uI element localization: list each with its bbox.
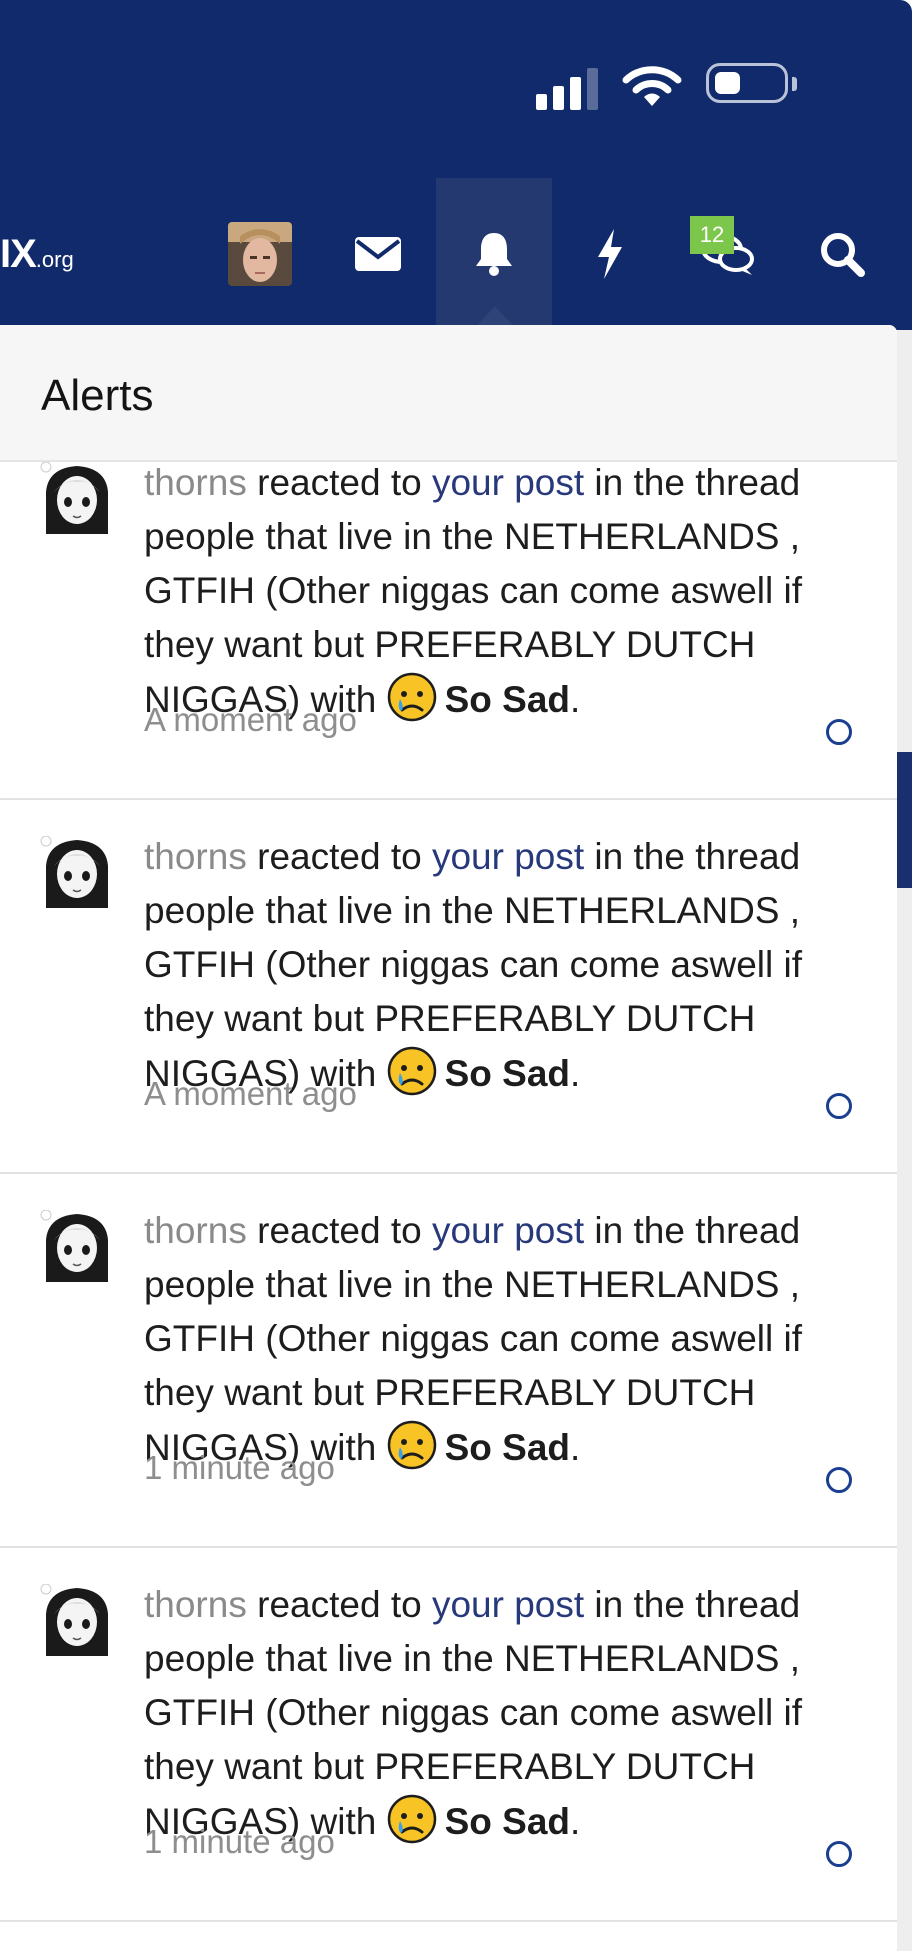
- signal-bar-2: [553, 86, 564, 110]
- profile-avatar[interactable]: [228, 222, 292, 286]
- alert-end: .: [570, 1801, 581, 1842]
- alerts-list: thorns reacted to your post in the threa…: [0, 461, 897, 1922]
- alert-time: 1 minute ago: [144, 1449, 335, 1486]
- nav-search[interactable]: [784, 178, 900, 330]
- alert-post-link[interactable]: your post: [432, 836, 584, 877]
- alert-reaction-name: So Sad: [444, 1801, 571, 1842]
- alert-time: 1 minute ago: [144, 1823, 335, 1860]
- mark-read-toggle[interactable]: [826, 1093, 852, 1119]
- alert-time: A moment ago: [144, 701, 357, 738]
- lightning-icon: [598, 229, 622, 279]
- alert-reaction-name: So Sad: [444, 679, 571, 720]
- alert-username-link[interactable]: thorns: [144, 1210, 247, 1251]
- alert-username-link[interactable]: thorns: [144, 462, 247, 503]
- battery-tip: [792, 77, 797, 91]
- mark-read-toggle[interactable]: [826, 719, 852, 745]
- alert-item[interactable]: thorns reacted to your post in the threa…: [0, 426, 897, 800]
- anime-avatar-image: [40, 835, 114, 908]
- alert-verb: reacted to: [246, 1210, 432, 1251]
- alert-time: A moment ago: [144, 1075, 357, 1112]
- battery-icon: [706, 63, 788, 103]
- alert-username-link[interactable]: thorns: [144, 836, 247, 877]
- user-avatar[interactable]: [40, 1209, 114, 1282]
- alert-post-link[interactable]: your post: [432, 1210, 584, 1251]
- status-bar: [536, 60, 806, 110]
- alert-end: .: [570, 679, 581, 720]
- panel-title: Alerts: [41, 371, 154, 420]
- site-header: IX.org 12: [0, 0, 912, 330]
- chat-unread-badge: 12: [690, 216, 734, 254]
- search-icon: [821, 233, 865, 277]
- envelope-icon: [355, 237, 401, 271]
- alert-verb: reacted to: [246, 462, 432, 503]
- alert-text: thorns reacted to your post in the threa…: [144, 830, 864, 1101]
- sad-face-emoji-icon: [387, 672, 436, 722]
- alert-reaction-name: So Sad: [444, 1427, 571, 1468]
- alert-post-link[interactable]: your post: [432, 462, 584, 503]
- nav-messages[interactable]: [320, 178, 436, 330]
- signal-bar-1: [536, 94, 547, 110]
- signal-bar-3: [570, 77, 581, 110]
- alert-reaction-name: So Sad: [444, 1053, 571, 1094]
- sad-face-emoji-icon: [387, 1420, 436, 1470]
- wifi-icon: [622, 66, 682, 106]
- alert-verb: reacted to: [246, 836, 432, 877]
- alert-text: thorns reacted to your post in the threa…: [144, 1578, 864, 1849]
- alert-text: thorns reacted to your post in the threa…: [144, 1204, 864, 1475]
- signal-bar-4: [587, 68, 598, 110]
- alert-post-link[interactable]: your post: [432, 1584, 584, 1625]
- mark-read-toggle[interactable]: [826, 1467, 852, 1493]
- alert-item[interactable]: thorns reacted to your post in the threa…: [0, 1174, 897, 1548]
- alert-verb: reacted to: [246, 1584, 432, 1625]
- nav-whats-new[interactable]: [552, 178, 668, 330]
- page-background-accent: [897, 752, 912, 888]
- alert-item[interactable]: thorns reacted to your post in the threa…: [0, 1548, 897, 1922]
- sad-face-emoji-icon: [387, 1794, 436, 1844]
- alert-text: thorns reacted to your post in the threa…: [144, 456, 864, 727]
- bell-icon: [476, 233, 512, 276]
- user-avatar[interactable]: [40, 1583, 114, 1656]
- avatar-image: [228, 222, 292, 286]
- alert-end: .: [570, 1427, 581, 1468]
- nav-chat[interactable]: [670, 178, 786, 330]
- alert-username-link[interactable]: thorns: [144, 1584, 247, 1625]
- logo-tld: .org: [35, 247, 74, 272]
- user-avatar[interactable]: [40, 835, 114, 908]
- alert-item[interactable]: thorns reacted to your post in the threa…: [0, 800, 897, 1174]
- anime-avatar-image: [40, 1583, 114, 1656]
- anime-avatar-image: [40, 461, 114, 534]
- site-logo[interactable]: IX.org: [0, 232, 74, 277]
- alert-end: .: [570, 1053, 581, 1094]
- page-background-strip: [897, 330, 912, 1951]
- sad-face-emoji-icon: [387, 1046, 436, 1096]
- mark-read-toggle[interactable]: [826, 1841, 852, 1867]
- user-avatar[interactable]: [40, 461, 114, 534]
- battery-level: [715, 72, 740, 94]
- anime-avatar-image: [40, 1209, 114, 1282]
- alerts-panel: Alerts thorns reacted to your post in th…: [0, 325, 897, 1951]
- logo-text: IX: [0, 232, 37, 276]
